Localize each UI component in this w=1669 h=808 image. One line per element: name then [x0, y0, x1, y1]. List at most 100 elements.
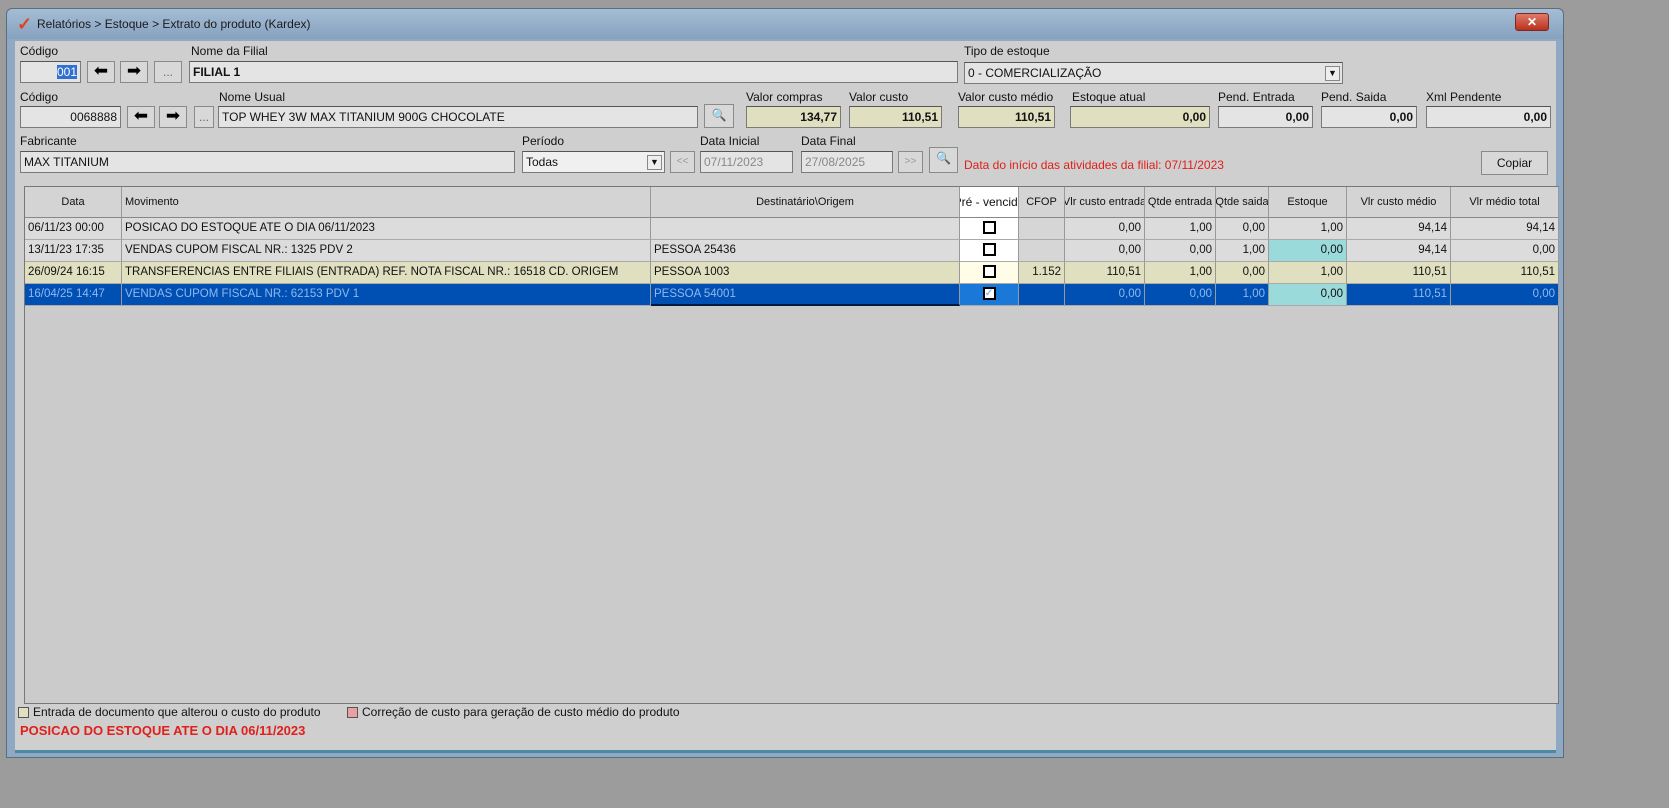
cell-vcm: 110,51	[1347, 284, 1451, 306]
cell-data: 13/11/23 17:35	[25, 240, 122, 262]
periodo-select[interactable]: Todas ▼	[522, 151, 665, 173]
data-final-label: Data Final	[801, 134, 856, 148]
nome-usual-input[interactable]: TOP WHEY 3W MAX TITANIUM 900G CHOCOLATE	[218, 106, 698, 128]
column-header-vce[interactable]: Vlr custo entrada	[1065, 187, 1145, 218]
cell-qe: 1,00	[1145, 218, 1216, 240]
cell-vmt: 94,14	[1451, 218, 1559, 240]
cell-cfop: 1.152	[1019, 262, 1065, 284]
produto-next-button[interactable]: ➡	[159, 106, 187, 128]
column-header-pre[interactable]: Pré - vencido	[960, 187, 1019, 218]
search-periodo-button[interactable]: 🔍	[929, 147, 958, 173]
cell-est: 1,00	[1269, 218, 1347, 240]
produto-codigo-input[interactable]: 0068888	[20, 106, 121, 128]
column-header-cfop[interactable]: CFOP	[1019, 187, 1065, 218]
data-inicio-aviso: Data do início das atividades da filial:…	[964, 158, 1224, 172]
valor-custo-medio-field: 110,51	[958, 106, 1055, 128]
legend-yellow-swatch	[18, 707, 29, 719]
cell-vce: 0,00	[1065, 218, 1145, 240]
search-produto-button[interactable]: 🔍	[704, 104, 734, 128]
fabricante-input[interactable]: MAX TITANIUM	[20, 151, 515, 173]
kardex-window: ✓ Relatórios > Estoque > Extrato do prod…	[6, 8, 1564, 758]
pend-entrada-label: Pend. Entrada	[1218, 90, 1295, 104]
table-row[interactable]: 13/11/23 17:35 VENDAS CUPOM FISCAL NR.: 1…	[25, 240, 1559, 262]
pend-saida-field: 0,00	[1321, 106, 1417, 128]
filial-codigo-value: 001	[56, 65, 77, 79]
produto-lookup-button[interactable]: ...	[194, 106, 214, 128]
cell-qs: 1,00	[1216, 284, 1269, 306]
chevron-down-icon: ▼	[1325, 66, 1340, 81]
column-header-qe[interactable]: Qtde entrada	[1145, 187, 1216, 218]
close-button[interactable]: ✕	[1515, 13, 1549, 31]
cell-vcm: 110,51	[1347, 262, 1451, 284]
data-final-input[interactable]: 27/08/2025	[801, 151, 893, 173]
tipo-estoque-select[interactable]: 0 - COMERCIALIZAÇÃO ▼	[964, 62, 1343, 84]
nome-usual-label: Nome Usual	[219, 90, 286, 104]
cell-cfop	[1019, 218, 1065, 240]
xml-pendente-label: Xml Pendente	[1426, 90, 1502, 104]
cell-est: 0,00	[1269, 240, 1347, 262]
valor-compras-field: 134,77	[746, 106, 841, 128]
app-logo-icon: ✓	[17, 14, 33, 34]
table-row[interactable]: 26/09/24 16:15 TRANSFERENCIAS ENTRE FILIA…	[25, 262, 1559, 284]
periodo-next-button[interactable]: >>	[898, 151, 923, 173]
cell-qs: 0,00	[1216, 262, 1269, 284]
cell-qe: 0,00	[1145, 284, 1216, 306]
grid-header: DataMovimentoDestinatário\OrigemPré - ve…	[25, 187, 1559, 218]
valor-compras-label: Valor compras	[746, 90, 823, 104]
magnifier-icon: 🔍	[936, 151, 951, 165]
cell-vmt: 0,00	[1451, 240, 1559, 262]
cell-dest: PESSOA 1003	[651, 262, 960, 284]
cell-vcm: 94,14	[1347, 240, 1451, 262]
table-row[interactable]: 16/04/25 14:47 VENDAS CUPOM FISCAL NR.: 6…	[25, 284, 1559, 306]
cell-pre	[960, 262, 1019, 284]
cell-data: 26/09/24 16:15	[25, 262, 122, 284]
cell-mov: POSICAO DO ESTOQUE ATE O DIA 06/11/2023	[122, 218, 651, 240]
filial-prev-button[interactable]: ⬅	[87, 61, 115, 83]
pre-vencido-checkbox[interactable]	[982, 243, 996, 257]
cell-mov: VENDAS CUPOM FISCAL NR.: 1325 PDV 2	[122, 240, 651, 262]
column-header-dest[interactable]: Destinatário\Origem	[651, 187, 960, 218]
cell-est: 0,00	[1269, 284, 1347, 306]
produto-prev-button[interactable]: ⬅	[127, 106, 155, 128]
cell-cfop	[1019, 240, 1065, 262]
filial-lookup-button[interactable]: ...	[154, 61, 182, 83]
cell-qe: 0,00	[1145, 240, 1216, 262]
chevron-down-icon: ▼	[647, 155, 662, 170]
cell-pre	[960, 218, 1019, 240]
column-header-data[interactable]: Data	[25, 187, 122, 218]
periodo-value: Todas	[526, 155, 559, 169]
magnifier-icon: 🔍	[711, 108, 727, 122]
filial-nome-label: Nome da Filial	[191, 44, 268, 58]
column-header-est[interactable]: Estoque	[1269, 187, 1347, 218]
filial-nome-input[interactable]: FILIAL 1	[189, 61, 958, 83]
column-header-mov[interactable]: Movimento	[122, 187, 651, 218]
periodo-prev-button[interactable]: <<	[670, 151, 695, 173]
cell-dest: PESSOA 25436	[651, 240, 960, 262]
legend-correcao-text: Correção de custo para geração de custo …	[362, 705, 680, 719]
pre-vencido-checkbox[interactable]	[982, 265, 996, 279]
client-area: Código 001 ⬅ ➡ ... Nome da Filial FILIAL…	[15, 41, 1559, 753]
column-header-vcm[interactable]: Vlr custo médio	[1347, 187, 1451, 218]
column-header-qs[interactable]: Qtde saida	[1216, 187, 1269, 218]
pre-vencido-checkbox[interactable]: ✓	[982, 287, 996, 301]
legend-entrada: Entrada de documento que alterou o custo…	[18, 705, 321, 719]
data-inicial-input[interactable]: 07/11/2023	[700, 151, 793, 173]
cell-qs: 0,00	[1216, 218, 1269, 240]
column-header-vmt[interactable]: Vlr médio total	[1451, 187, 1559, 218]
cell-dest	[651, 218, 960, 240]
cell-vce: 0,00	[1065, 284, 1145, 306]
filial-codigo-input[interactable]: 001	[20, 61, 81, 83]
legend-correcao: Correção de custo para geração de custo …	[347, 705, 680, 719]
cell-vmt: 0,00	[1451, 284, 1559, 306]
valor-custo-field: 110,51	[849, 106, 942, 128]
pre-vencido-checkbox[interactable]	[982, 221, 996, 235]
periodo-label: Período	[522, 134, 565, 148]
filial-next-button[interactable]: ➡	[120, 61, 148, 83]
cell-qs: 1,00	[1216, 240, 1269, 262]
valor-custo-medio-label: Valor custo médio	[958, 90, 1054, 104]
tipo-estoque-label: Tipo de estoque	[964, 44, 1050, 58]
estoque-atual-label: Estoque atual	[1072, 90, 1146, 104]
copiar-button[interactable]: Copiar	[1481, 151, 1548, 175]
fabricante-label: Fabricante	[20, 134, 77, 148]
table-row[interactable]: 06/11/23 00:00 POSICAO DO ESTOQUE ATE O D…	[25, 218, 1559, 240]
